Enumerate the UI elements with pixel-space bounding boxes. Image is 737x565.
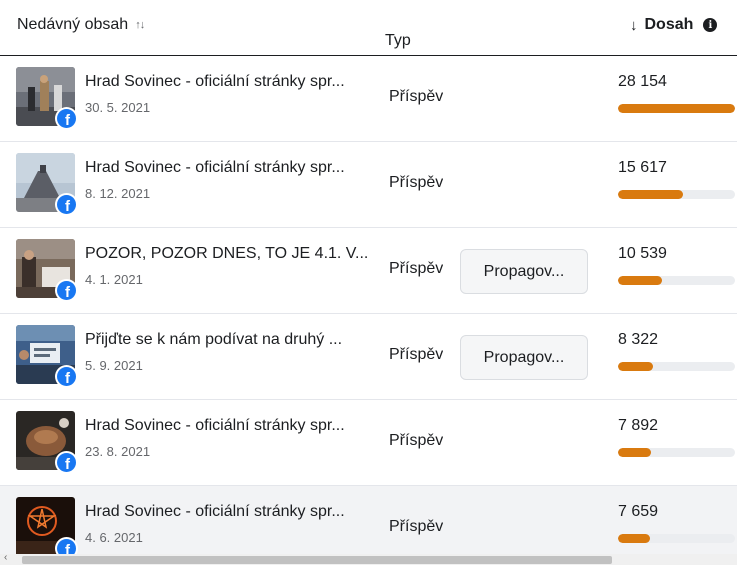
reach-label: Dosah xyxy=(644,16,694,33)
sort-arrows-icon[interactable]: ↑↓ xyxy=(135,19,145,31)
promote-button[interactable]: Propagov... xyxy=(460,249,588,294)
post-title[interactable]: Hrad Sovinec - oficiální stránky spr... xyxy=(85,503,375,521)
table-row[interactable]: f Hrad Sovinec - oficiální stránky spr..… xyxy=(0,56,737,142)
facebook-badge: f xyxy=(55,107,78,130)
table-row[interactable]: f Hrad Sovinec - oficiální stránky spr..… xyxy=(0,400,737,486)
promote-button[interactable]: Propagov... xyxy=(460,335,588,380)
scroll-left-icon[interactable]: ‹ xyxy=(4,552,7,563)
table-row[interactable]: f POZOR, POZOR DNES, TO JE 4.1. V... 4. … xyxy=(0,228,737,314)
reach-value: 7 892 xyxy=(618,417,659,434)
reach-bar xyxy=(618,276,735,285)
type-column-header[interactable]: Typ xyxy=(385,32,439,50)
sort-down-arrow-icon: ↓ xyxy=(630,16,638,34)
facebook-icon: f xyxy=(57,453,76,472)
post-date: 8. 12. 2021 xyxy=(85,186,151,201)
post-date: 23. 8. 2021 xyxy=(85,444,151,459)
post-title[interactable]: Hrad Sovinec - oficiální stránky spr... xyxy=(85,417,375,435)
facebook-icon: f xyxy=(57,195,76,214)
post-type: Příspěvek xyxy=(389,432,443,449)
post-title[interactable]: Přijďte se k nám podívat na druhý ... xyxy=(85,331,375,349)
reach-bar-fill xyxy=(618,104,735,113)
post-type: Příspěvek xyxy=(389,518,443,535)
facebook-icon: f xyxy=(57,109,76,128)
reach-bar-fill xyxy=(618,362,653,371)
reach-bar xyxy=(618,534,735,543)
facebook-badge: f xyxy=(55,365,78,388)
post-type: Příspěvek xyxy=(389,260,443,277)
post-title[interactable]: Hrad Sovinec - oficiální stránky spr... xyxy=(85,73,375,91)
post-title[interactable]: POZOR, POZOR DNES, TO JE 4.1. V... xyxy=(85,245,375,263)
facebook-badge: f xyxy=(55,279,78,302)
reach-bar-fill xyxy=(618,448,651,457)
facebook-icon: f xyxy=(57,281,76,300)
post-type: Příspěvek xyxy=(389,174,443,191)
reach-bar xyxy=(618,104,735,113)
info-icon[interactable]: i xyxy=(703,18,718,32)
post-date: 30. 5. 2021 xyxy=(85,100,151,115)
table-header: Nedávný obsah ↑↓ Typ ↓ Dosah i xyxy=(0,0,737,56)
reach-value: 7 659 xyxy=(618,503,659,520)
reach-bar-fill xyxy=(618,190,683,199)
scrollbar-thumb[interactable] xyxy=(22,556,612,564)
reach-column-header[interactable]: ↓ Dosah i xyxy=(630,16,718,34)
post-date: 5. 9. 2021 xyxy=(85,358,143,373)
table-row[interactable]: f Přijďte se k nám podívat na druhý ... … xyxy=(0,314,737,400)
reach-value: 15 617 xyxy=(618,159,667,176)
post-type: Příspěvek xyxy=(389,346,443,363)
horizontal-scrollbar[interactable]: ‹ xyxy=(0,552,737,565)
reach-bar-fill xyxy=(618,534,650,543)
type-label: Typ xyxy=(385,32,411,49)
facebook-icon: f xyxy=(57,367,76,386)
post-type: Příspěvek xyxy=(389,88,443,105)
post-date: 4. 6. 2021 xyxy=(85,530,143,545)
reach-value: 10 539 xyxy=(618,245,667,262)
sort-recent-content-header[interactable]: Nedávný obsah ↑↓ xyxy=(17,16,145,34)
reach-value: 8 322 xyxy=(618,331,659,348)
post-title[interactable]: Hrad Sovinec - oficiální stránky spr... xyxy=(85,159,375,177)
reach-bar xyxy=(618,362,735,371)
facebook-badge: f xyxy=(55,193,78,216)
reach-bar xyxy=(618,190,735,199)
post-date: 4. 1. 2021 xyxy=(85,272,143,287)
reach-bar xyxy=(618,448,735,457)
reach-bar-fill xyxy=(618,276,662,285)
table-row[interactable]: f Hrad Sovinec - oficiální stránky spr..… xyxy=(0,142,737,228)
facebook-badge: f xyxy=(55,451,78,474)
reach-value: 28 154 xyxy=(618,73,667,90)
recent-content-label: Nedávný obsah xyxy=(17,16,129,33)
